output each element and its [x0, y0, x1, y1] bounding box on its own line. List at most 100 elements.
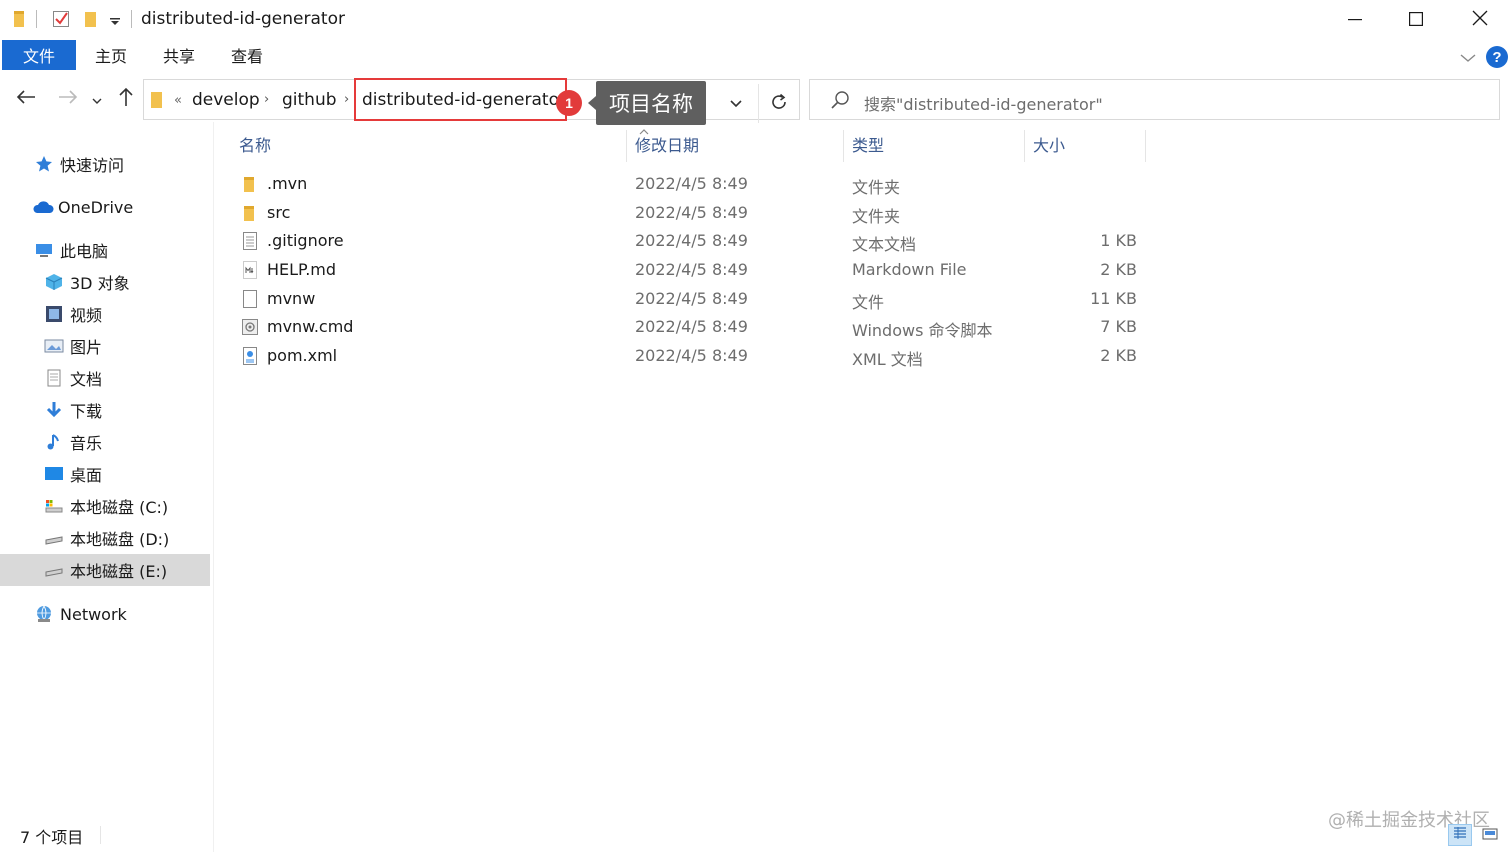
sidebar-item-label: 本地磁盘 (C:) — [70, 498, 169, 517]
file-size: 2 KB — [1100, 260, 1137, 279]
file-type: XML 文档 — [852, 350, 923, 369]
tab-view[interactable]: 查看 — [220, 40, 274, 70]
address-history-dropdown[interactable] — [716, 84, 756, 123]
sidebar-item-pictures[interactable]: 图片 — [0, 330, 210, 362]
file-name: src — [267, 203, 291, 222]
file-size: 11 KB — [1090, 289, 1137, 308]
sidebar-item-label: 视频 — [70, 306, 103, 325]
sidebar-item-drive-d[interactable]: 本地磁盘 (D:) — [0, 522, 210, 554]
qat-divider — [36, 10, 37, 28]
sidebar-item-label: 文档 — [70, 370, 103, 389]
sidebar-item-label: 桌面 — [70, 466, 103, 485]
sidebar-item-desktop[interactable]: 桌面 — [0, 458, 210, 490]
sidebar-item-quick-access[interactable]: 快速访问 — [0, 148, 210, 180]
annotation-callout: 项目名称 — [588, 81, 706, 125]
sidebar-item-music[interactable]: 音乐 — [0, 426, 210, 458]
search-icon — [830, 90, 850, 110]
ribbon-expand-icon[interactable] — [1459, 49, 1477, 68]
new-folder-icon[interactable] — [82, 9, 100, 29]
column-divider[interactable] — [1145, 130, 1146, 162]
drive-c-icon — [44, 496, 64, 516]
up-button[interactable] — [112, 82, 140, 116]
sidebar-item-this-pc[interactable]: 此电脑 — [0, 234, 210, 266]
forward-arrow-icon — [58, 89, 78, 109]
breadcrumb-overflow[interactable]: « — [174, 93, 182, 108]
file-modified: 2022/4/5 8:49 — [635, 289, 748, 308]
title-divider — [131, 10, 132, 28]
quick-access-star-icon — [34, 154, 54, 174]
file-row[interactable]: mvnw 2022/4/5 8:49 文件 11 KB — [215, 285, 1150, 313]
large-icons-view-button[interactable] — [1478, 824, 1502, 846]
breadcrumb-github[interactable]: github — [282, 90, 337, 110]
back-button[interactable] — [12, 82, 40, 116]
file-row[interactable]: mvnw.cmd 2022/4/5 8:49 Windows 命令脚本 7 KB — [215, 313, 1150, 341]
tab-file[interactable]: 文件 — [2, 40, 76, 70]
this-pc-icon — [34, 240, 54, 260]
search-input[interactable]: 搜索"distributed-id-generator" — [809, 79, 1500, 120]
file-name: .mvn — [267, 174, 308, 193]
text-file-icon — [241, 231, 259, 251]
documents-icon — [44, 368, 64, 388]
tab-share[interactable]: 共享 — [152, 40, 206, 70]
close-button[interactable] — [1448, 0, 1512, 40]
folder-icon — [241, 174, 259, 194]
column-header-name[interactable]: 名称 — [231, 126, 625, 162]
file-modified: 2022/4/5 8:49 — [635, 203, 748, 222]
status-divider — [100, 826, 101, 844]
file-row[interactable]: HELP.md 2022/4/5 8:49 Markdown File 2 KB — [215, 256, 1150, 284]
sidebar-item-documents[interactable]: 文档 — [0, 362, 210, 394]
sidebar-item-videos[interactable]: 视频 — [0, 298, 210, 330]
tab-home[interactable]: 主页 — [84, 40, 138, 70]
details-view-button[interactable] — [1448, 824, 1472, 846]
chevron-down-icon — [92, 90, 102, 109]
cmd-script-icon — [241, 317, 259, 337]
file-row[interactable]: .gitignore 2022/4/5 8:49 文本文档 1 KB — [215, 227, 1150, 255]
sidebar-item-3d-objects[interactable]: 3D 对象 — [0, 266, 210, 298]
markdown-file-icon — [241, 260, 259, 280]
sidebar-item-downloads[interactable]: 下载 — [0, 394, 210, 426]
column-headers: 名称 修改日期 类型 大小 — [215, 126, 1150, 162]
drive-e-icon — [44, 560, 64, 580]
window-title: distributed-id-generator — [141, 9, 345, 29]
large-icons-view-icon — [1482, 826, 1498, 845]
onedrive-cloud-icon — [32, 197, 54, 217]
help-icon[interactable]: ? — [1486, 46, 1508, 68]
maximize-icon — [1409, 11, 1424, 30]
file-row[interactable]: .mvn 2022/4/5 8:49 文件夹 — [215, 170, 1150, 198]
sidebar-item-drive-e[interactable]: 本地磁盘 (E:) — [0, 554, 210, 586]
sidebar-item-network[interactable]: Network — [0, 598, 210, 630]
file-name: mvnw.cmd — [267, 317, 354, 336]
breadcrumb-separator[interactable]: › — [264, 92, 269, 107]
file-type: Windows 命令脚本 — [852, 321, 993, 340]
chevron-down-icon — [729, 94, 743, 113]
downloads-icon — [44, 400, 64, 420]
details-view-icon — [1452, 825, 1468, 845]
column-header-type[interactable]: 类型 — [844, 126, 1024, 162]
column-header-modified[interactable]: 修改日期 — [627, 126, 843, 162]
column-header-size[interactable]: 大小 — [1025, 126, 1145, 162]
properties-check-icon[interactable] — [52, 9, 70, 29]
recent-locations-button[interactable] — [86, 82, 108, 116]
back-arrow-icon — [16, 89, 36, 109]
file-name: HELP.md — [267, 260, 337, 279]
search-placeholder: 搜索"distributed-id-generator" — [864, 95, 1103, 114]
xml-file-icon — [241, 346, 259, 366]
sidebar-item-onedrive[interactable]: OneDrive — [0, 191, 210, 223]
maximize-button[interactable] — [1384, 0, 1448, 40]
forward-button[interactable] — [54, 82, 82, 116]
file-type: 文件夹 — [852, 178, 901, 197]
customize-qat-icon[interactable] — [108, 12, 126, 32]
sidebar-item-label: Network — [60, 604, 127, 624]
refresh-button[interactable] — [758, 84, 798, 123]
sidebar-item-label: 3D 对象 — [70, 274, 130, 293]
file-row[interactable]: src 2022/4/5 8:49 文件夹 — [215, 199, 1150, 227]
breadcrumb-develop[interactable]: develop — [192, 90, 260, 110]
minimize-button[interactable] — [1323, 0, 1387, 40]
file-type: 文件 — [852, 293, 885, 312]
sidebar-item-label: 下载 — [70, 402, 103, 421]
breadcrumb-separator[interactable]: › — [344, 92, 349, 107]
sidebar-item-label: 此电脑 — [60, 242, 109, 261]
sidebar-item-drive-c[interactable]: 本地磁盘 (C:) — [0, 490, 210, 522]
file-name: pom.xml — [267, 346, 338, 365]
file-row[interactable]: pom.xml 2022/4/5 8:49 XML 文档 2 KB — [215, 342, 1150, 370]
